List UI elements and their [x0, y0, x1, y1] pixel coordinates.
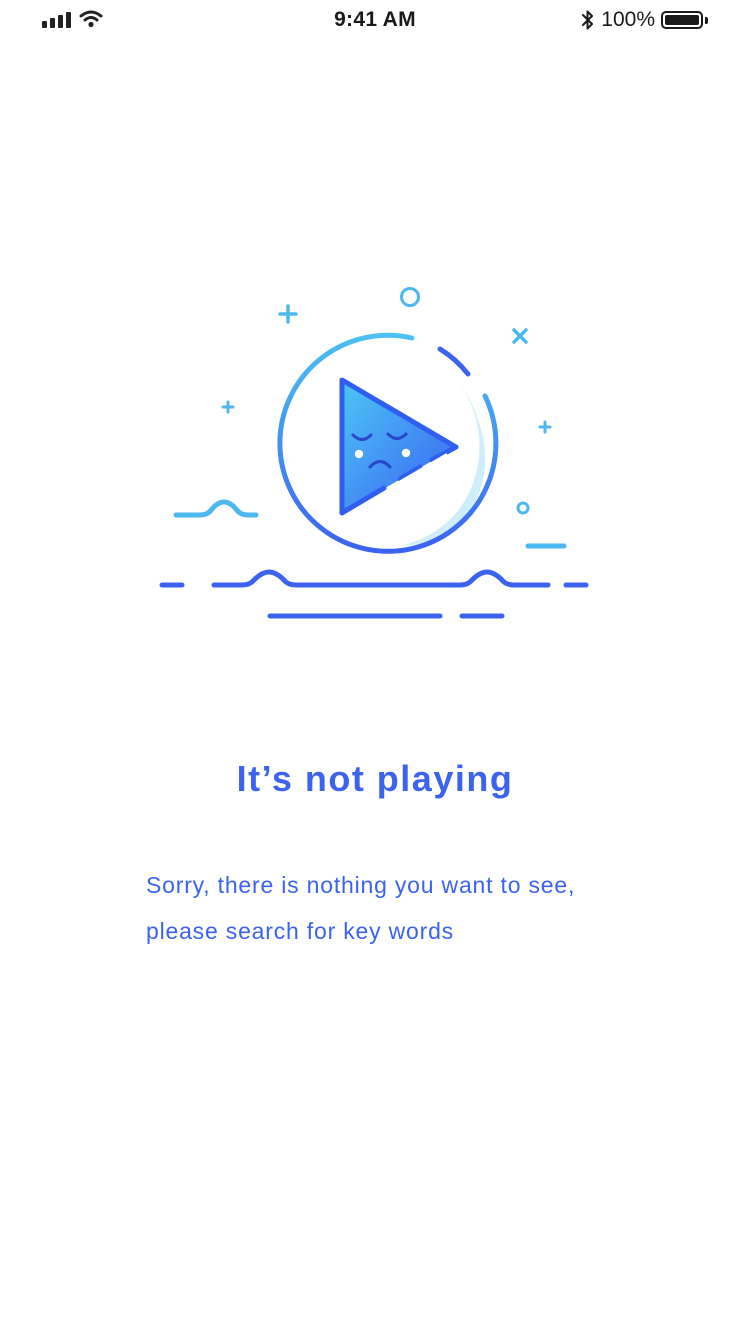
status-bar: 9:41 AM 100% — [0, 0, 750, 40]
empty-state-message: Sorry, there is nothing you want to see,… — [146, 872, 576, 944]
status-right: 100% — [581, 8, 708, 32]
battery-percent: 100% — [601, 8, 655, 31]
battery-cap — [705, 16, 708, 24]
empty-state-title: It’s not playing — [236, 758, 514, 799]
battery-icon — [661, 11, 703, 29]
sad-play-button-icon — [159, 287, 589, 619]
bluetooth-icon — [582, 10, 594, 30]
